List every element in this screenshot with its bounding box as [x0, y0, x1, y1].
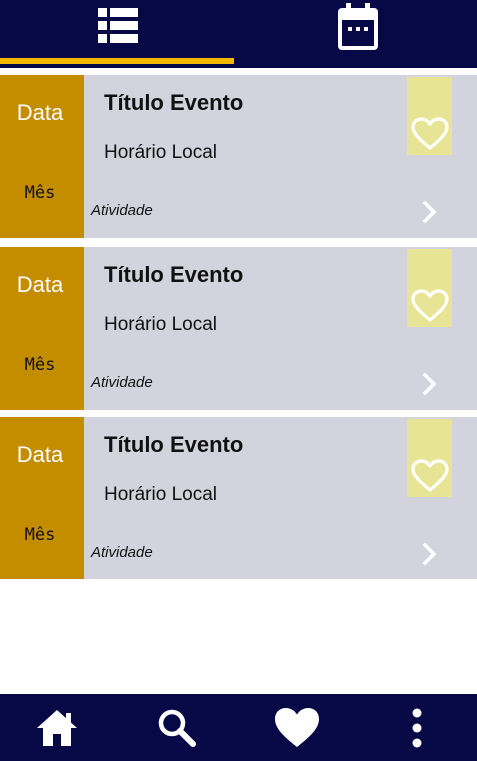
event-activity: Atividade	[91, 374, 153, 391]
event-title: Título Evento	[104, 432, 244, 457]
home-icon	[37, 709, 77, 746]
heart-outline-icon	[410, 289, 449, 322]
event-card[interactable]: Data Mês Título Evento Horário Local Ati…	[0, 247, 477, 410]
event-month: Mês	[24, 355, 56, 375]
favorite-button[interactable]	[407, 249, 452, 327]
favorite-button[interactable]	[407, 77, 452, 155]
app-root: Data Mês Título Evento Horário Local Ati…	[0, 0, 477, 761]
active-tab-indicator	[0, 58, 234, 64]
heart-outline-icon	[410, 459, 449, 492]
event-time: Horário Local	[104, 484, 217, 505]
event-activity: Atividade	[91, 544, 153, 561]
heart-outline-icon	[410, 117, 449, 150]
chevron-right-icon[interactable]	[420, 541, 440, 567]
list-icon	[98, 8, 138, 48]
search-icon	[158, 709, 196, 747]
event-date-block: Data Mês	[0, 75, 84, 238]
event-day: Data	[16, 272, 64, 297]
chevron-right-icon[interactable]	[420, 371, 440, 397]
nav-home-button[interactable]	[22, 694, 92, 761]
event-card[interactable]: Data Mês Título Evento Horário Local Ati…	[0, 417, 477, 579]
more-vertical-icon	[412, 708, 422, 747]
event-day: Data	[16, 442, 64, 467]
event-date-block: Data Mês	[0, 417, 84, 579]
event-month: Mês	[24, 183, 56, 203]
favorite-button[interactable]	[407, 419, 452, 497]
top-tab-bar	[0, 0, 477, 68]
bottom-nav-bar	[0, 694, 477, 761]
tab-calendar-view[interactable]	[238, 0, 477, 68]
chevron-right-icon[interactable]	[420, 199, 440, 225]
event-title: Título Evento	[104, 90, 244, 115]
nav-search-button[interactable]	[142, 694, 212, 761]
event-month: Mês	[24, 525, 56, 545]
event-time: Horário Local	[104, 142, 217, 163]
nav-favorites-button[interactable]	[262, 694, 332, 761]
calendar-icon	[337, 3, 379, 55]
event-card[interactable]: Data Mês Título Evento Horário Local Ati…	[0, 75, 477, 238]
heart-icon	[275, 707, 319, 747]
nav-more-button[interactable]	[382, 694, 452, 761]
event-date-block: Data Mês	[0, 247, 84, 410]
event-title: Título Evento	[104, 262, 244, 287]
event-activity: Atividade	[91, 202, 153, 219]
event-day: Data	[16, 100, 64, 125]
event-time: Horário Local	[104, 314, 217, 335]
